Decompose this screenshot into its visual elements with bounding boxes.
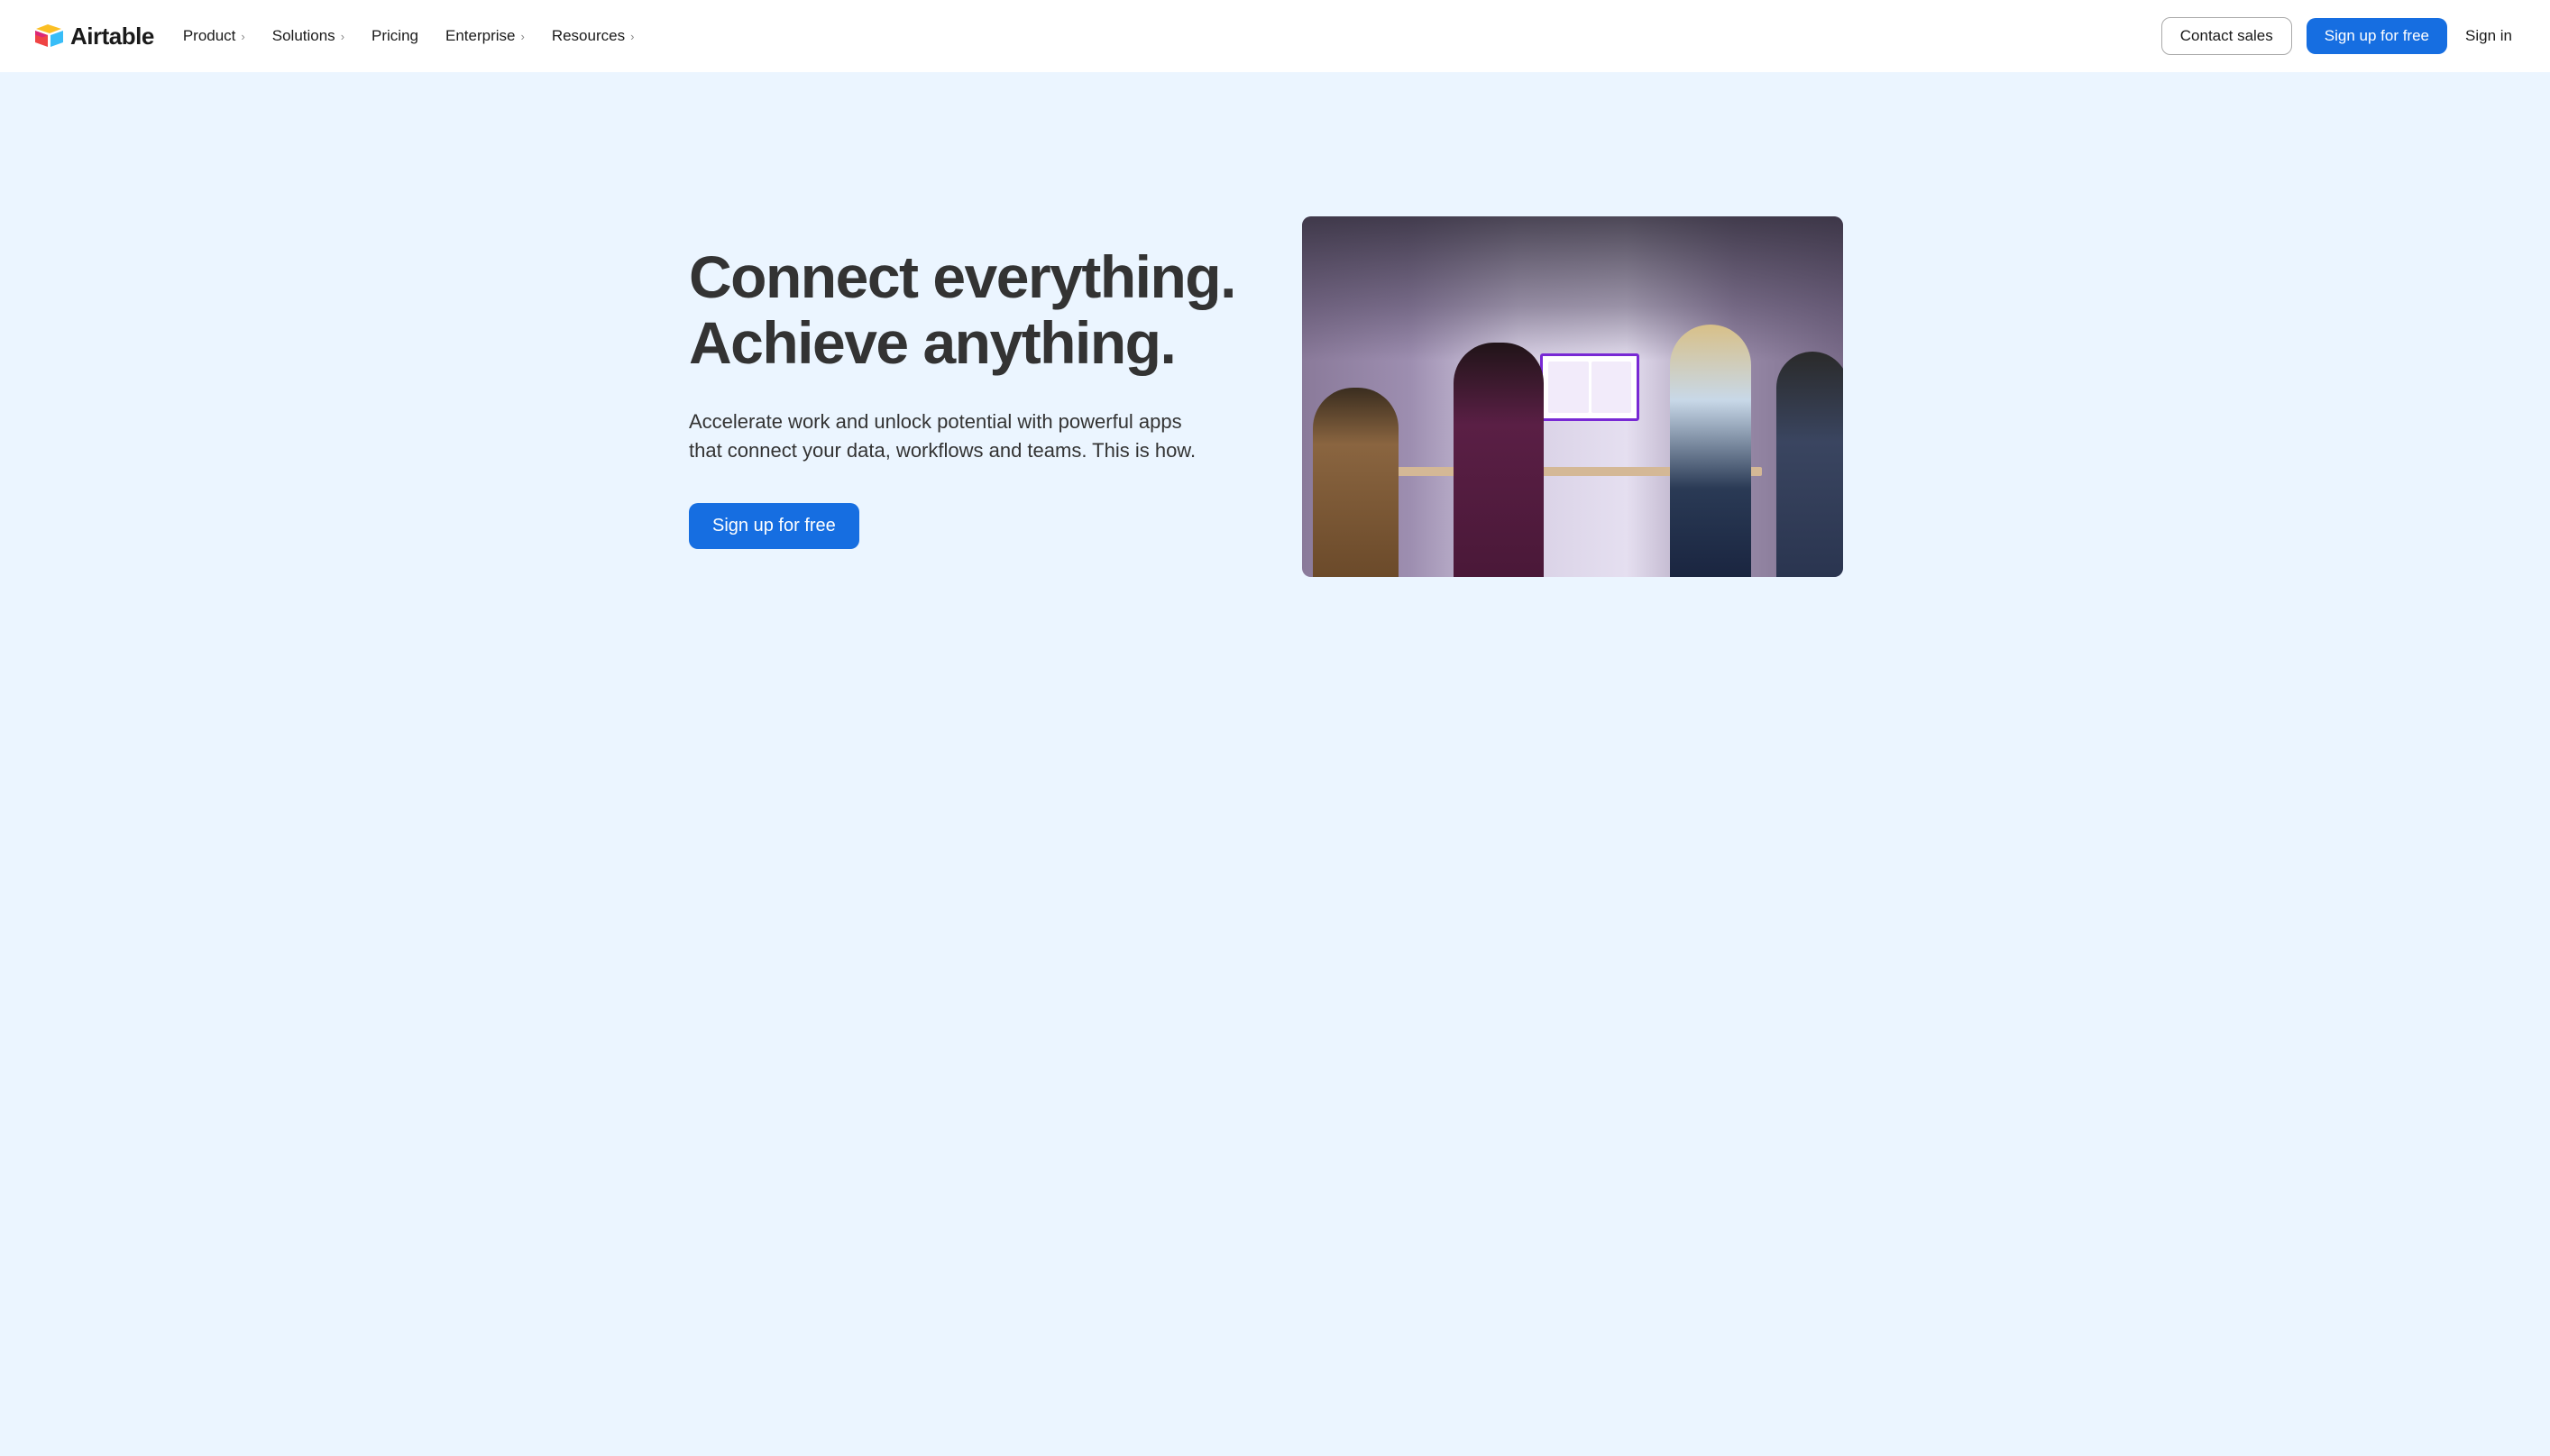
contact-sales-button[interactable]: Contact sales <box>2161 17 2292 55</box>
nav-label: Enterprise <box>445 27 515 45</box>
logo[interactable]: Airtable <box>34 23 154 50</box>
hero-left: Connect everything. Achieve anything. Ac… <box>689 244 1248 549</box>
logo-icon <box>34 23 65 49</box>
signin-link[interactable]: Sign in <box>2462 27 2516 45</box>
hero-right <box>1302 216 1843 577</box>
nav-label: Solutions <box>272 27 335 45</box>
nav-label: Product <box>183 27 236 45</box>
nav-links: Product › Solutions › Pricing Enterprise… <box>183 27 635 45</box>
person-illustration <box>1776 352 1843 577</box>
signup-button[interactable]: Sign up for free <box>2307 18 2447 54</box>
nav-item-resources[interactable]: Resources › <box>552 27 635 45</box>
monitor-illustration <box>1540 353 1639 421</box>
logo-text: Airtable <box>70 23 154 50</box>
person-illustration <box>1670 325 1751 577</box>
hero-image <box>1302 216 1843 577</box>
nav-label: Resources <box>552 27 625 45</box>
chevron-right-icon: › <box>341 30 344 43</box>
nav-item-pricing[interactable]: Pricing <box>371 27 418 45</box>
person-illustration <box>1313 388 1399 577</box>
hero-subtitle: Accelerate work and unlock potential wit… <box>689 407 1212 465</box>
nav-right: Contact sales Sign up for free Sign in <box>2161 17 2516 55</box>
nav-item-enterprise[interactable]: Enterprise › <box>445 27 525 45</box>
person-illustration <box>1454 343 1544 577</box>
chevron-right-icon: › <box>520 30 524 43</box>
nav-item-product[interactable]: Product › <box>183 27 245 45</box>
hero-container: Connect everything. Achieve anything. Ac… <box>653 216 1897 577</box>
nav-label: Pricing <box>371 27 418 45</box>
navbar: Airtable Product › Solutions › Pricing E… <box>0 0 2550 72</box>
hero-section: Connect everything. Achieve anything. Ac… <box>0 72 2550 1456</box>
nav-item-solutions[interactable]: Solutions › <box>272 27 344 45</box>
chevron-right-icon: › <box>241 30 244 43</box>
hero-cta-button[interactable]: Sign up for free <box>689 503 859 549</box>
hero-title: Connect everything. Achieve anything. <box>689 244 1248 375</box>
chevron-right-icon: › <box>630 30 634 43</box>
